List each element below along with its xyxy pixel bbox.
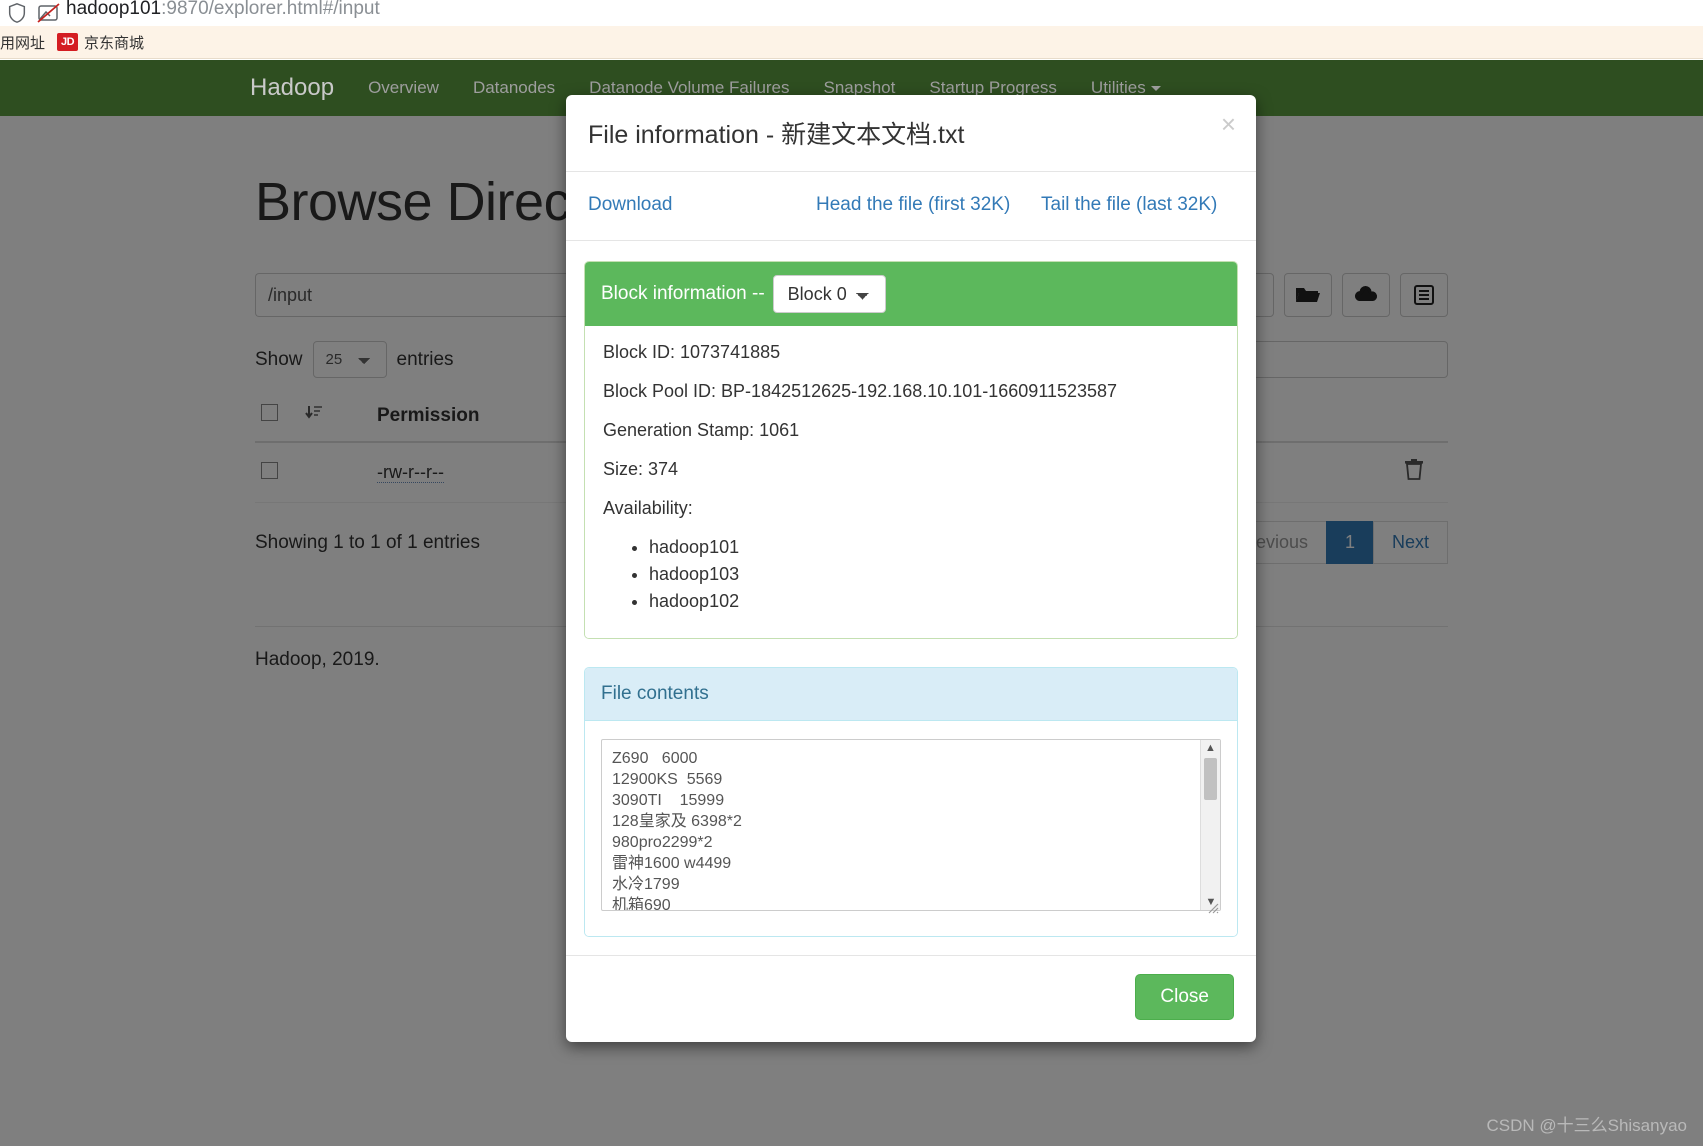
chevron-down-icon bbox=[1150, 86, 1161, 92]
list-item: hadoop101 bbox=[649, 537, 1219, 558]
navbar-brand[interactable]: Hadoop bbox=[250, 74, 334, 102]
modal-footer: Close bbox=[566, 955, 1256, 1042]
bookmark-item-1[interactable]: JD 京东商城 bbox=[57, 32, 144, 53]
download-link[interactable]: Download bbox=[588, 194, 816, 216]
shield-icon bbox=[8, 3, 26, 23]
block-panel-header: Block information -- Block 0 bbox=[585, 262, 1237, 326]
file-information-modal: File information - 新建文本文档.txt × Download… bbox=[566, 95, 1256, 1042]
block-information-label: Block information -- bbox=[601, 283, 765, 304]
csdn-watermark: CSDN @十三么Shisanyao bbox=[1486, 1116, 1687, 1135]
url-host: hadoop101 bbox=[66, 0, 162, 19]
file-contents-body: Z690 6000 12900KS 5569 3090TI 15999 128皇… bbox=[585, 721, 1237, 936]
file-contents-label: File contents bbox=[601, 683, 709, 704]
close-icon[interactable]: × bbox=[1221, 111, 1236, 137]
block-id: Block ID: 1073741885 bbox=[603, 342, 781, 362]
browser-url-bar[interactable]: hadoop101:9870/explorer.html#/input bbox=[0, 0, 1703, 26]
close-button[interactable]: Close bbox=[1135, 974, 1234, 1020]
modal-body: Block information -- Block 0 Block ID: 1… bbox=[566, 241, 1256, 955]
bookmark-item-0[interactable]: 用网址 bbox=[0, 32, 45, 53]
list-item: hadoop102 bbox=[649, 591, 1219, 612]
block-select[interactable]: Block 0 bbox=[772, 275, 886, 313]
nav-datanodes[interactable]: Datanodes bbox=[473, 78, 555, 98]
availability-list: hadoop101 hadoop103 hadoop102 bbox=[603, 537, 1219, 612]
modal-actions-row: Download Head the file (first 32K) Tail … bbox=[566, 172, 1256, 241]
file-contents-header: File contents bbox=[585, 668, 1237, 721]
file-contents-textarea[interactable]: Z690 6000 12900KS 5569 3090TI 15999 128皇… bbox=[601, 739, 1221, 911]
modal-title: File information - 新建文本文档.txt bbox=[588, 121, 965, 149]
resize-grip-icon[interactable] bbox=[1205, 900, 1219, 914]
broken-image-icon bbox=[37, 3, 60, 23]
scrollbar-thumb[interactable] bbox=[1204, 758, 1217, 800]
block-pool-id: Block Pool ID: BP-1842512625-192.168.10.… bbox=[603, 381, 1118, 401]
bookmarks-bar: 用网址 JD 京东商城 bbox=[0, 26, 1703, 59]
tail-file-link[interactable]: Tail the file (last 32K) bbox=[1041, 194, 1217, 216]
url-rest: :9870/explorer.html#/input bbox=[161, 0, 380, 19]
textarea-scrollbar[interactable]: ▲ ▼ bbox=[1200, 740, 1220, 910]
nav-overview[interactable]: Overview bbox=[368, 78, 439, 98]
url-text[interactable]: hadoop101:9870/explorer.html#/input bbox=[66, 0, 380, 20]
bookmark-label: 用网址 bbox=[0, 34, 46, 52]
modal-header: File information - 新建文本文档.txt × bbox=[566, 95, 1256, 172]
bookmark-label: 京东商城 bbox=[84, 34, 145, 52]
list-item: hadoop103 bbox=[649, 564, 1219, 585]
jd-icon: JD bbox=[57, 33, 79, 51]
availability-label: Availability: bbox=[603, 498, 693, 518]
block-size: Size: 374 bbox=[603, 459, 679, 479]
file-contents-panel: File contents Z690 6000 12900KS 5569 309… bbox=[584, 667, 1238, 937]
block-information-panel: Block information -- Block 0 Block ID: 1… bbox=[584, 261, 1238, 639]
block-panel-body: Block ID: 1073741885 Block Pool ID: BP-1… bbox=[585, 326, 1237, 638]
head-file-link[interactable]: Head the file (first 32K) bbox=[816, 194, 1041, 216]
scroll-up-icon[interactable]: ▲ bbox=[1201, 740, 1220, 756]
generation-stamp: Generation Stamp: 1061 bbox=[603, 420, 800, 440]
textarea-wrapper: Z690 6000 12900KS 5569 3090TI 15999 128皇… bbox=[601, 739, 1221, 916]
